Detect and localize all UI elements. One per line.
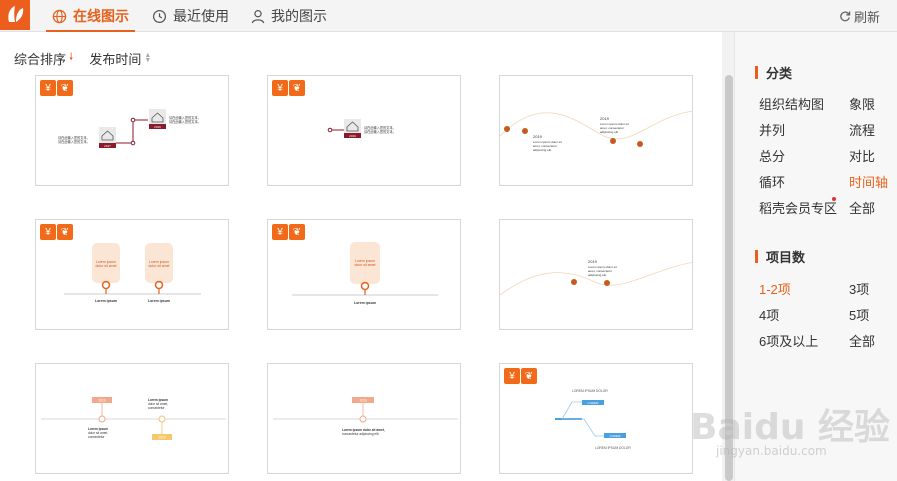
card-thumbnail: Lorem ipsum dolor sit amet Lorem ipsum d…: [64, 243, 201, 303]
top-bar: 在线图示 最近使用 我的图示 刷新: [0, 0, 897, 32]
tab-recent[interactable]: 最近使用: [152, 0, 229, 32]
year-label: 2016: [154, 125, 161, 129]
year-label: 2019: [98, 399, 105, 403]
sort-publish-time-label: 发布时间: [89, 51, 142, 67]
card-thumbnail: 2019 Lorem ipsum dolor sit amet, consect…: [273, 397, 458, 436]
new-dot-icon: [832, 197, 836, 201]
card-thumbnail: 2017 2016 请在此输入您的文本， 请在此输入您的文本。 请在此输入您的文…: [58, 109, 201, 148]
sort-updown-icon: ▲ ▼: [144, 52, 152, 64]
template-card[interactable]: ¥ ❦ Lorem ipsum dolor sit amet Lorem ips…: [267, 219, 461, 330]
year-label: 2019: [533, 134, 543, 139]
card-text: Lorem ipsum: [354, 301, 376, 305]
count-1-2[interactable]: 1-2项: [759, 279, 791, 298]
template-card[interactable]: 2019 Lorem ipsum dolor sit amet, consect…: [499, 75, 693, 186]
refresh-icon: [839, 10, 851, 22]
template-card[interactable]: 2019 2019 Lorem ipsum dolor sit amet, co…: [35, 363, 229, 474]
refresh-label: 刷新: [853, 9, 880, 25]
tab-label: 我的图示: [271, 8, 327, 24]
year-label: 2016: [349, 134, 356, 138]
count-4[interactable]: 4项: [759, 305, 779, 324]
app: 在线图示 最近使用 我的图示 刷新 综合排序 🠗 发布时间 ▲ ▼ ¥ ❦ 20…: [0, 0, 897, 481]
sort-comprehensive-label: 综合排序: [14, 51, 67, 67]
app-logo[interactable]: [0, 0, 30, 30]
card-thumbnail: 2019 Lorem ipsum dolor sit amet, consect…: [500, 259, 692, 296]
card-text: 请在此输入您的文本。: [364, 129, 396, 134]
watermark-url: jingyan.baidu.com: [716, 444, 827, 458]
card-thumbnail: 2016 请在此输入您的文本， 请在此输入您的文本。: [327, 119, 396, 138]
tab-label: 最近使用: [173, 8, 229, 24]
card-thumbnail: 2019 2019 Lorem ipsum dolor sit amet, co…: [41, 397, 226, 440]
card-text: dolor sit amet: [354, 263, 375, 267]
user-icon: [251, 9, 265, 24]
card-text: Lorem ipsum: [95, 299, 117, 303]
card-text: consectetur: [148, 406, 165, 410]
tab-label: 在线图示: [73, 8, 129, 24]
category-parallel[interactable]: 并列: [759, 120, 785, 139]
leaf-logo-icon: [8, 6, 24, 22]
count-5[interactable]: 5项: [849, 305, 869, 324]
card-text: LOREM: [588, 401, 599, 405]
tab-online-diagrams[interactable]: 在线图示: [46, 0, 135, 32]
refresh-button[interactable]: 刷新: [839, 0, 880, 32]
year-label: 2019: [359, 399, 366, 403]
template-card[interactable]: ¥ ❦ 2016 请在此输入您的文本， 请在此输入您的文本。: [267, 75, 461, 186]
year-label: 2019: [588, 259, 598, 264]
tab-my-diagrams[interactable]: 我的图示: [251, 0, 327, 32]
card-text: dolor sit amet: [148, 264, 169, 268]
category-heading: 分类: [755, 63, 792, 82]
year-label: 2017: [104, 144, 111, 148]
card-thumbnail: Lorem ipsum dolor sit amet Lorem ipsum: [292, 242, 438, 305]
item-count-heading: 项目数: [755, 247, 805, 266]
category-compare[interactable]: 对比: [849, 146, 875, 165]
year-label: 2019: [600, 116, 610, 121]
card-text: 请在此输入您的文本。: [169, 119, 201, 124]
count-all[interactable]: 全部: [849, 331, 875, 350]
card-text: LOREM IPSUM DOLOR: [595, 446, 631, 450]
card-text: adipiscing elit.: [600, 130, 619, 134]
template-card[interactable]: ¥ ❦ LOREM IPSUM DOLOR LOREM LOREM LOREM …: [499, 363, 693, 474]
card-text: Lorem ipsum: [148, 299, 170, 303]
category-member-zone[interactable]: 稻壳会员专区: [759, 198, 837, 217]
template-card[interactable]: 2019 Lorem ipsum dolor sit amet, consect…: [267, 363, 461, 474]
template-card[interactable]: ¥ ❦ 2017 2016 请在此输入您的文本， 请在此输入您的文本。 请在此输…: [35, 75, 229, 186]
category-total-sub[interactable]: 总分: [759, 146, 785, 165]
category-process[interactable]: 流程: [849, 120, 875, 139]
category-cycle[interactable]: 循环: [759, 172, 785, 191]
category-org-chart[interactable]: 组织结构图: [759, 94, 824, 113]
year-label: 2019: [158, 436, 165, 440]
category-timeline[interactable]: 时间轴: [849, 172, 888, 191]
sort-publish-time[interactable]: 发布时间 ▲ ▼: [89, 49, 151, 68]
sort-bar: 综合排序 🠗 发布时间 ▲ ▼: [14, 48, 167, 68]
card-text: consectetur adipiscing elit.: [342, 432, 379, 436]
category-quadrant[interactable]: 象限: [849, 94, 875, 113]
sort-comprehensive[interactable]: 综合排序 🠗: [14, 49, 73, 68]
card-thumbnail: LOREM IPSUM DOLOR LOREM LOREM LOREM IPSU…: [555, 389, 631, 450]
template-card[interactable]: ¥ ❦ Lorem ipsum dolor sit amet Lorem ips…: [35, 219, 229, 330]
card-text: LOREM IPSUM DOLOR: [572, 389, 608, 393]
card-text: adipiscing elit.: [533, 148, 552, 152]
card-text: dolor sit amet: [95, 264, 116, 268]
count-6-plus[interactable]: 6项及以上: [759, 331, 818, 350]
category-all[interactable]: 全部: [849, 198, 875, 217]
card-text: consectetur: [88, 435, 105, 439]
watermark: Baidu 经验: [690, 407, 891, 448]
card-text: LOREM: [610, 434, 621, 438]
globe-icon: [52, 9, 67, 24]
count-3[interactable]: 3项: [849, 279, 869, 298]
template-card[interactable]: 2019 Lorem ipsum dolor sit amet, consect…: [499, 219, 693, 330]
clock-icon: [152, 9, 167, 24]
sort-down-arrow-icon: 🠗: [69, 51, 74, 63]
card-text: 请在此输入您的文本。: [58, 139, 90, 144]
card-thumbnail: 2019 Lorem ipsum dolor sit amet, consect…: [500, 110, 692, 152]
card-text: adipiscing elit.: [588, 273, 607, 277]
